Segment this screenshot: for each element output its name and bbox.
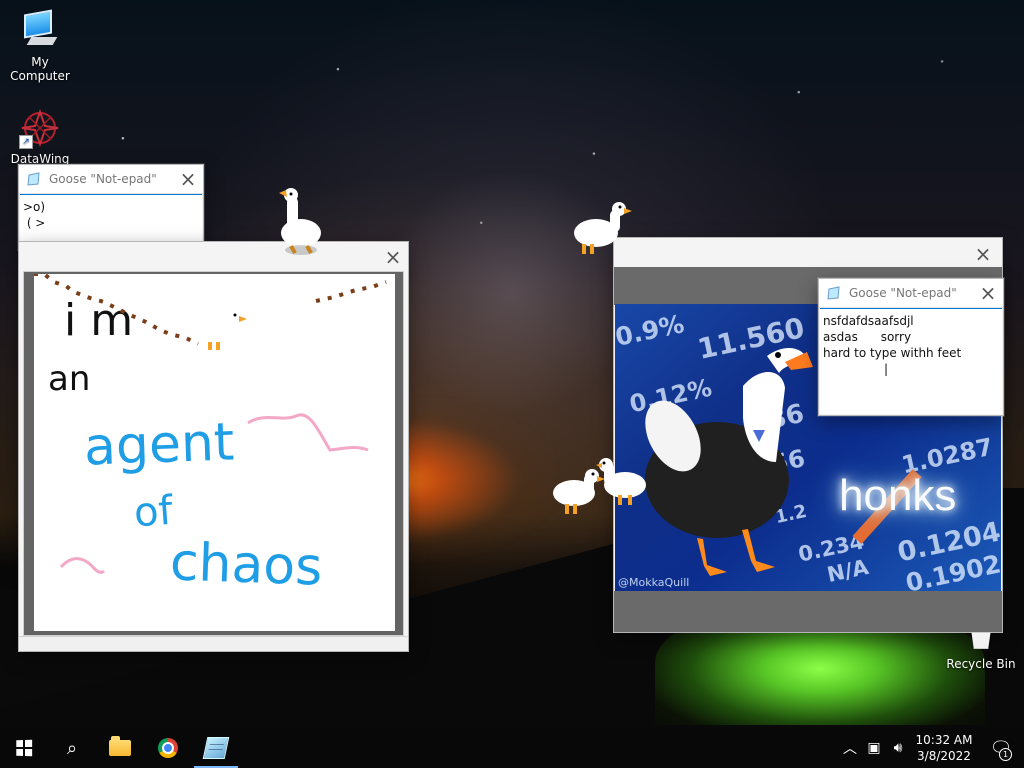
image-credit: @MokkaQuill	[618, 576, 690, 589]
goose-sprite[interactable]	[572, 198, 634, 262]
clock-button[interactable]: 10:32 AM 3/8/2022	[910, 732, 978, 764]
desktop-label: My Computer	[10, 55, 70, 83]
window-title: Goose "Not-epad"	[49, 172, 157, 186]
close-button[interactable]: ×	[378, 242, 408, 271]
search-icon: ⌕	[66, 737, 78, 759]
window-title: Goose "Not-epad"	[849, 286, 957, 300]
desktop-icon-recycle-bin[interactable]: Recycle Bin	[944, 632, 1018, 671]
recycle-bin-icon	[971, 632, 991, 649]
chevron-up-icon: ︿	[843, 741, 857, 757]
clock-time: 10:32 AM	[915, 733, 973, 747]
close-button[interactable]: ×	[973, 279, 1003, 308]
goose-sprite[interactable]	[594, 455, 654, 515]
speaker-icon: 🔊︎	[893, 740, 903, 756]
paint-window[interactable]: × i m an agent of chaos	[18, 241, 409, 652]
system-tray: ︿ ▣ 🔊︎ 10:32 AM 3/8/2022 🗨︎ 1	[838, 728, 1024, 768]
meme-caption: honks	[839, 471, 957, 520]
action-center-button[interactable]: 🗨︎ 1	[978, 728, 1024, 768]
desktop-icon-my-computer[interactable]: My Computer	[0, 9, 80, 83]
window-titlebar[interactable]: Goose "Not-epad" ×	[819, 279, 1003, 308]
desktop-label: Recycle Bin	[946, 657, 1016, 671]
notepad-text-area[interactable]: >o) ( >	[20, 194, 202, 248]
taskbar-app-goose-notepad[interactable]	[192, 728, 240, 768]
window-titlebar[interactable]: Goose "Not-epad" ×	[19, 165, 203, 194]
taskbar-app-file-explorer[interactable]	[96, 728, 144, 768]
notepad-icon	[202, 737, 230, 759]
network-button[interactable]: ▣	[862, 728, 886, 768]
windows-icon	[16, 739, 33, 757]
image-footer-bar	[614, 591, 1002, 632]
taskbar: ⌕ ︿ ▣ 🔊︎ 10:32 AM 3/8/2022 🗨︎ 1	[0, 728, 1024, 768]
datawing-icon: ↗	[19, 107, 61, 149]
notification-count-badge: 1	[999, 748, 1012, 761]
horizontal-scrollbar[interactable]	[19, 636, 408, 651]
folder-icon	[109, 736, 131, 756]
chrome-icon	[158, 738, 178, 758]
search-button[interactable]: ⌕	[48, 728, 96, 768]
clock-date: 3/8/2022	[917, 749, 971, 763]
goose-notepad-window-small[interactable]: Goose "Not-epad" × >o) ( >	[18, 164, 204, 250]
desktop-icon-datawing[interactable]: ↗ DataWing	[0, 107, 80, 166]
tray-overflow-button[interactable]: ︿	[838, 728, 862, 768]
notepad-icon	[27, 172, 41, 186]
computer-icon	[18, 9, 62, 52]
close-button[interactable]: ×	[968, 239, 998, 268]
goose-notepad-window-meme[interactable]: Goose "Not-epad" × nsfdafdsaafsdjl asdas…	[818, 278, 1004, 416]
close-button[interactable]: ×	[173, 165, 203, 194]
taskbar-app-chrome[interactable]	[144, 728, 192, 768]
start-button[interactable]	[0, 728, 48, 768]
volume-button[interactable]: 🔊︎	[886, 728, 910, 768]
goose-sprite[interactable]	[194, 308, 250, 362]
notepad-icon	[827, 286, 841, 300]
goose-sprite[interactable]	[277, 187, 329, 263]
notepad-text-area[interactable]: nsfdafdsaafsdjl asdas sorry hard to type…	[820, 308, 1002, 414]
network-icon: ▣	[867, 740, 881, 756]
